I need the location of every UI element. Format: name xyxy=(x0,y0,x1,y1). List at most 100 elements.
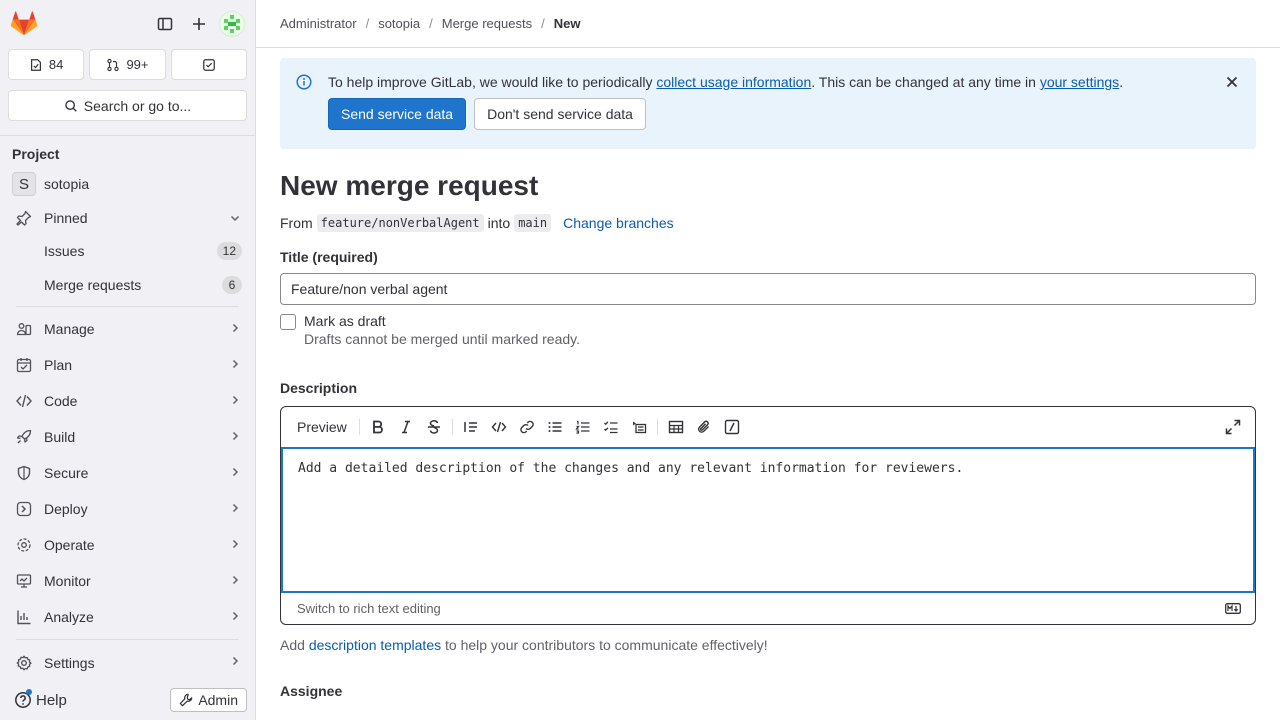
sidebar-item-plan[interactable]: Plan xyxy=(0,347,255,383)
chevron-right-icon xyxy=(232,323,239,333)
italic-button[interactable] xyxy=(392,413,420,441)
change-branches-link[interactable]: Change branches xyxy=(563,215,674,231)
link-button[interactable] xyxy=(513,413,541,441)
sidebar-item-monitor[interactable]: Monitor xyxy=(0,563,255,599)
section-title: Project xyxy=(12,146,60,162)
sidebar-item-label: Plan xyxy=(44,357,73,373)
fullscreen-button[interactable] xyxy=(1219,413,1247,441)
description-templates-link[interactable]: description templates xyxy=(309,637,441,653)
quick-actions-button[interactable] xyxy=(718,413,746,441)
service-ping-alert: To help improve GitLab, we would like to… xyxy=(280,58,1256,149)
switch-rich-text-button[interactable]: Switch to rich text editing xyxy=(297,601,441,616)
page-title: New merge request xyxy=(280,170,539,201)
list-bulleted-icon xyxy=(548,422,562,432)
send-service-data-button[interactable]: Send service data xyxy=(328,98,467,130)
draft-label[interactable]: Mark as draft xyxy=(304,313,580,329)
user-counters: 84 99+ xyxy=(0,49,255,80)
merge-requests-counter-button[interactable]: 99+ xyxy=(89,49,166,80)
draft-checkbox[interactable] xyxy=(280,314,296,330)
sidebar-item-build[interactable]: Build xyxy=(0,419,255,455)
monitor-icon xyxy=(16,573,32,589)
breadcrumb-current[interactable]: New xyxy=(554,16,581,31)
sidebar-footer: Help Admin xyxy=(0,680,255,720)
code-icon xyxy=(16,393,32,409)
collect-usage-link[interactable]: collect usage information xyxy=(656,74,811,90)
sidebar-item-code[interactable]: Code xyxy=(0,383,255,419)
sidebar-nav-list: Manage Plan Code Build Secure Deploy Operate Mo… xyxy=(0,311,255,635)
code-button[interactable] xyxy=(485,413,513,441)
help-button[interactable]: Help xyxy=(14,689,67,709)
users-icon xyxy=(16,321,32,337)
chevron-right-icon xyxy=(232,431,239,441)
close-icon[interactable] xyxy=(1224,74,1240,90)
sidebar-item-label: Code xyxy=(44,393,78,409)
dont-send-service-data-button[interactable]: Don't send service data xyxy=(474,98,646,130)
sidebar-item-manage[interactable]: Manage xyxy=(0,311,255,347)
quote-button[interactable] xyxy=(457,413,485,441)
sidebar-item-settings[interactable]: Settings xyxy=(0,644,255,682)
settings-icon xyxy=(16,655,32,671)
description-textarea[interactable]: Add a detailed description of the change… xyxy=(281,447,1255,593)
strikethrough-button[interactable] xyxy=(420,413,448,441)
paperclip-icon xyxy=(697,420,709,433)
user-avatar[interactable] xyxy=(219,11,245,37)
pinned-item-issues[interactable]: Issues 12 xyxy=(0,234,255,268)
toolbar-separator xyxy=(656,419,658,435)
help-label: Help xyxy=(36,691,67,709)
sidebar-item-label: Settings xyxy=(44,655,95,671)
gitlab-logo-icon[interactable] xyxy=(10,10,38,38)
todos-counter-button[interactable] xyxy=(170,49,247,80)
sidebar-header xyxy=(0,0,255,48)
task-list-button[interactable] xyxy=(597,413,625,441)
editor-toolbar: Preview xyxy=(281,407,1255,447)
into-label: into xyxy=(487,215,511,231)
bold-button[interactable] xyxy=(364,413,392,441)
issues-counter-button[interactable]: 84 xyxy=(8,49,85,80)
numbered-list-button[interactable] xyxy=(569,413,597,441)
sidebar-item-deploy[interactable]: Deploy xyxy=(0,491,255,527)
alert-actions: Send service data Don't send service dat… xyxy=(328,98,1208,130)
maximize-icon xyxy=(1225,419,1241,435)
templates-hint: Add description templates to help your c… xyxy=(280,637,1256,653)
breadcrumb-item[interactable]: Merge requests xyxy=(442,16,532,31)
pinned-item-label: Merge requests xyxy=(44,277,142,293)
sidebar-item-secure[interactable]: Secure xyxy=(0,455,255,491)
todo-done-icon xyxy=(202,58,215,71)
alert-text-before: To help improve GitLab, we would like to… xyxy=(328,74,657,90)
italic-icon xyxy=(401,420,410,434)
cloud-gear-icon xyxy=(16,537,32,553)
collapsible-section-button[interactable] xyxy=(625,413,653,441)
toggle-sidebar-button[interactable] xyxy=(151,10,179,38)
admin-area-button[interactable]: Admin xyxy=(170,688,247,712)
breadcrumb-item[interactable]: sotopia xyxy=(378,16,420,31)
issues-count: 84 xyxy=(48,57,64,72)
your-settings-link[interactable]: your settings xyxy=(1040,74,1119,90)
project-avatar: S xyxy=(12,172,36,196)
wrench-icon xyxy=(180,693,193,707)
attach-file-button[interactable] xyxy=(690,413,718,441)
deployments-icon xyxy=(16,501,32,517)
sidebar-item-operate[interactable]: Operate xyxy=(0,527,255,563)
project-name: sotopia xyxy=(44,176,90,192)
chevron-down-icon xyxy=(230,215,240,222)
breadcrumb-separator: / xyxy=(365,16,370,31)
title-input[interactable]: Feature/non verbal agent xyxy=(280,273,1256,305)
pinned-label: Pinned xyxy=(44,210,88,226)
draft-checkbox-row: Mark as draft Drafts cannot be merged un… xyxy=(280,313,1256,347)
table-button[interactable] xyxy=(662,413,690,441)
search-button[interactable]: Search or go to... xyxy=(8,90,247,121)
preview-tab[interactable]: Preview xyxy=(289,413,355,441)
project-link[interactable]: S sotopia xyxy=(0,166,255,202)
create-new-button[interactable] xyxy=(185,10,213,38)
pinned-toggle[interactable]: Pinned xyxy=(0,202,255,234)
alert-message: To help improve GitLab, we would like to… xyxy=(328,72,1208,92)
sidebar-item-analyze[interactable]: Analyze xyxy=(0,599,255,635)
sidebar-item-label: Operate xyxy=(44,537,95,553)
pinned-item-merge-requests[interactable]: Merge requests 6 xyxy=(0,268,255,302)
strikethrough-icon xyxy=(427,420,440,434)
breadcrumb-item[interactable]: Administrator xyxy=(280,16,357,31)
chevron-right-icon xyxy=(232,395,239,405)
draft-help-text: Drafts cannot be merged until marked rea… xyxy=(304,331,580,347)
bullet-list-button[interactable] xyxy=(541,413,569,441)
breadcrumb-separator: / xyxy=(541,16,545,31)
